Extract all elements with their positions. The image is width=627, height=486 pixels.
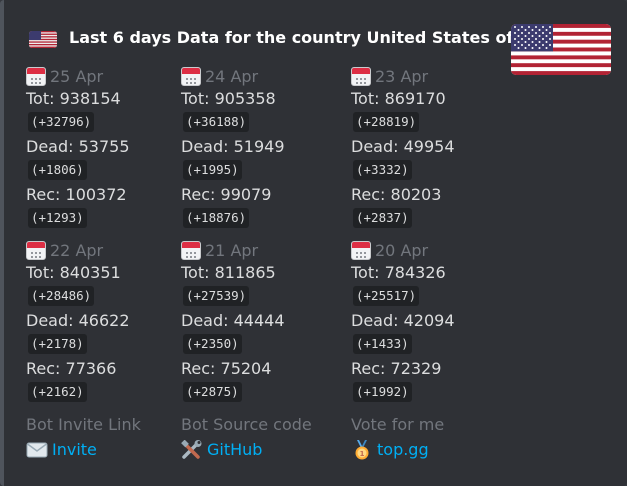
day-field: 25 Apr Tot: 938154 (+32796) Dead: 53755 … [26, 65, 130, 231]
total-cases: Tot: 811865 [181, 263, 276, 282]
invite-field-title: Bot Invite Link [26, 415, 141, 434]
vote-field-title: Vote for me [351, 415, 445, 434]
recovered: Rec: 80203 [351, 185, 442, 204]
tools-icon [181, 440, 203, 460]
us-flag-icon [29, 31, 57, 48]
deaths: Dead: 51949 [181, 137, 285, 156]
deaths: Dead: 44444 [181, 311, 285, 330]
deaths-delta: (+2350) [183, 334, 242, 354]
source-field: Bot Source code GitHub [181, 414, 312, 464]
deaths-delta: (+1433) [353, 334, 412, 354]
deaths: Dead: 49954 [351, 137, 455, 156]
deaths: Dead: 53755 [26, 137, 130, 156]
total-cases: Tot: 938154 [26, 89, 121, 108]
vote-field: Vote for me 1 top.gg [351, 414, 444, 464]
total-delta: (+36188) [183, 112, 250, 132]
envelope-icon [26, 440, 48, 460]
us-flag-thumbnail [511, 24, 611, 75]
topgg-link[interactable]: top.gg [377, 436, 429, 464]
calendar-icon [181, 66, 201, 86]
recovered-delta: (+1293) [28, 208, 87, 228]
deaths-delta: (+1995) [183, 160, 242, 180]
embed-card: Last 6 days Data for the country United … [0, 0, 627, 486]
day-date: 20 Apr [375, 240, 429, 260]
recovered-delta: (+18876) [183, 208, 250, 228]
calendar-icon [26, 66, 46, 86]
total-delta: (+25517) [353, 286, 420, 306]
total-cases: Tot: 905358 [181, 89, 276, 108]
total-cases: Tot: 784326 [351, 263, 446, 282]
day-date: 21 Apr [205, 240, 259, 260]
total-cases: Tot: 840351 [26, 263, 121, 282]
calendar-icon [26, 240, 46, 260]
total-delta: (+27539) [183, 286, 250, 306]
day-field: 24 Apr Tot: 905358 (+36188) Dead: 51949 … [181, 65, 285, 231]
day-date: 22 Apr [50, 240, 104, 260]
total-delta: (+28486) [28, 286, 95, 306]
day-field: 23 Apr Tot: 869170 (+28819) Dead: 49954 … [351, 65, 455, 231]
recovered-delta: (+1992) [353, 382, 412, 402]
total-cases: Tot: 869170 [351, 89, 446, 108]
day-field: 21 Apr Tot: 811865 (+27539) Dead: 44444 … [181, 239, 285, 405]
day-date: 23 Apr [375, 66, 429, 86]
recovered: Rec: 100372 [26, 185, 127, 204]
recovered-delta: (+2162) [28, 382, 87, 402]
deaths-delta: (+2178) [28, 334, 87, 354]
day-field: 20 Apr Tot: 784326 (+25517) Dead: 42094 … [351, 239, 455, 405]
day-date: 25 Apr [50, 66, 104, 86]
deaths: Dead: 42094 [351, 311, 455, 330]
medal-icon: 1 [351, 440, 373, 460]
recovered: Rec: 77366 [26, 359, 117, 378]
source-field-title: Bot Source code [181, 415, 312, 434]
calendar-icon [351, 240, 371, 260]
recovered: Rec: 75204 [181, 359, 272, 378]
total-delta: (+28819) [353, 112, 420, 132]
svg-text:1: 1 [360, 450, 365, 458]
recovered-delta: (+2837) [353, 208, 412, 228]
total-delta: (+32796) [28, 112, 95, 132]
recovered: Rec: 72329 [351, 359, 442, 378]
invite-link[interactable]: Invite [52, 436, 97, 464]
deaths-delta: (+3332) [353, 160, 412, 180]
invite-field: Bot Invite Link Invite [26, 414, 141, 464]
calendar-icon [351, 66, 371, 86]
recovered-delta: (+2875) [183, 382, 242, 402]
day-date: 24 Apr [205, 66, 259, 86]
github-link[interactable]: GitHub [207, 436, 262, 464]
day-field: 22 Apr Tot: 840351 (+28486) Dead: 46622 … [26, 239, 130, 405]
deaths-delta: (+1806) [28, 160, 87, 180]
deaths: Dead: 46622 [26, 311, 130, 330]
recovered: Rec: 99079 [181, 185, 272, 204]
calendar-icon [181, 240, 201, 260]
